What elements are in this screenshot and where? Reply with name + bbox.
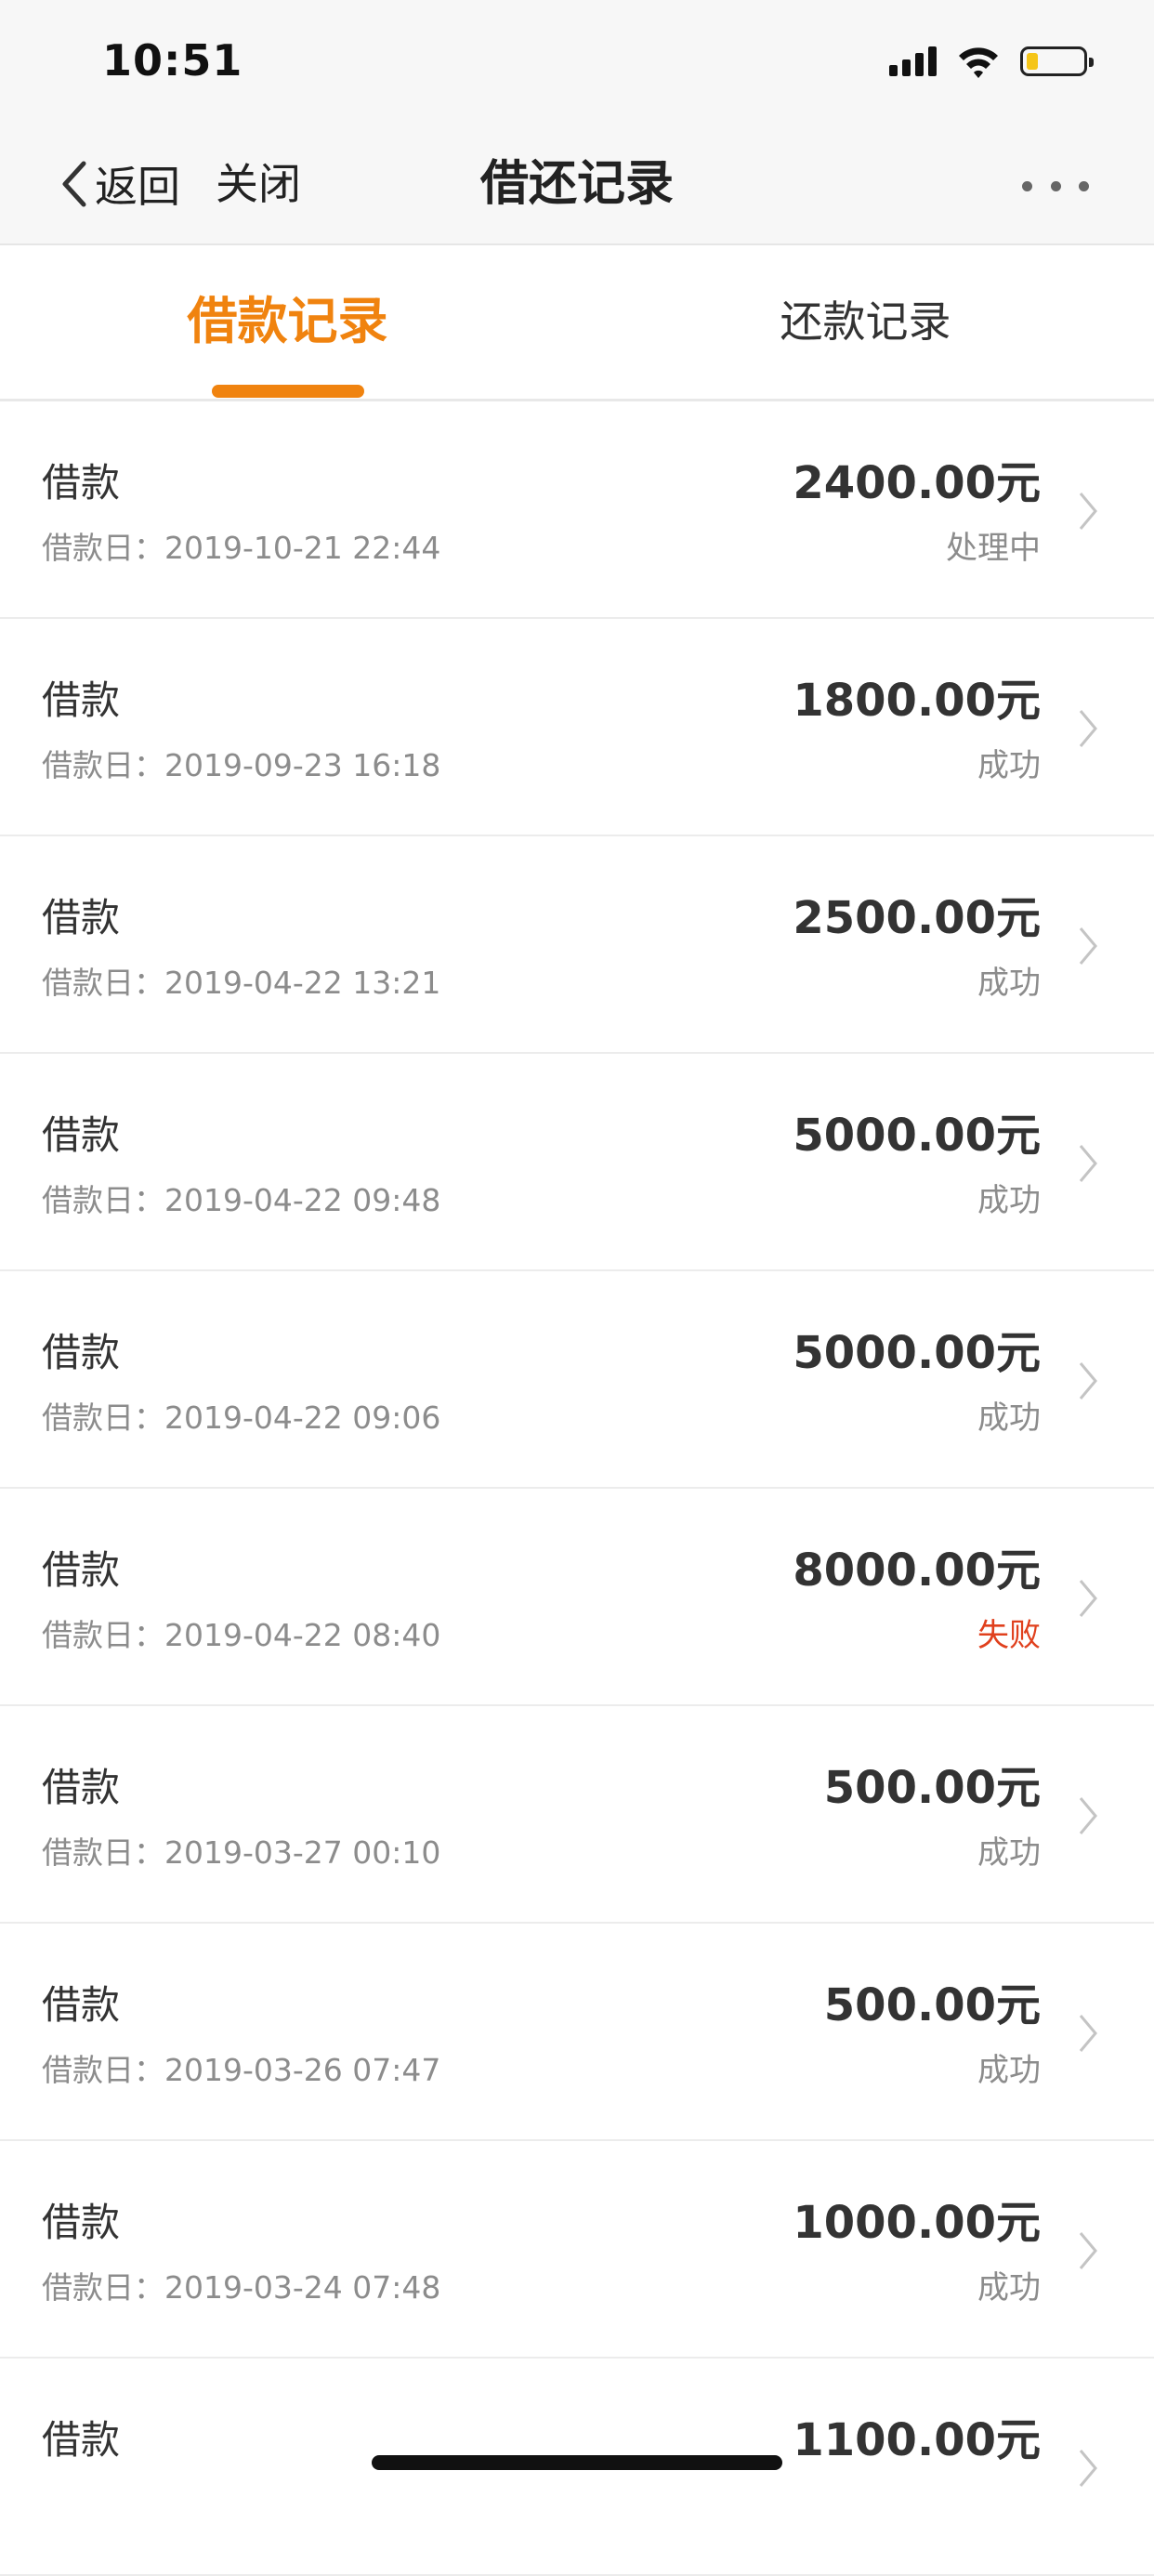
- record-date: 借款日：2019-04-22 09:48: [42, 1182, 441, 1218]
- tab-label: 还款记录: [780, 296, 951, 347]
- list-item[interactable]: 借款 借款日：2019-04-22 13:21 2500.00元 成功: [0, 836, 1154, 1054]
- loan-record-list: 借款 借款日：2019-10-21 22:44 2400.00元 处理中 借款 …: [0, 401, 1154, 2576]
- status-time: 10:51: [102, 35, 243, 85]
- record-status: 成功: [977, 965, 1041, 1002]
- record-date: 借款日：2019-04-22 13:21: [42, 965, 441, 1001]
- chevron-right-icon: [1079, 1145, 1097, 1182]
- chevron-right-icon: [1079, 2450, 1097, 2487]
- record-date: 借款日：2019-10-21 22:44: [42, 530, 441, 566]
- record-date: 借款日：2019-04-22 09:06: [42, 1400, 441, 1436]
- more-options-icon[interactable]: [1022, 175, 1089, 197]
- record-title: 借款: [42, 2417, 121, 2463]
- navigation-bar: 返回 关闭 借还记录: [0, 123, 1154, 245]
- record-date: 借款日：2019-04-22 08:40: [42, 1617, 441, 1653]
- chevron-right-icon: [1079, 1797, 1097, 1834]
- chevron-right-icon: [1079, 1580, 1097, 1617]
- record-title: 借款: [42, 2200, 121, 2245]
- record-amount: 500.00元: [823, 1979, 1041, 2031]
- chevron-right-icon: [1079, 493, 1097, 530]
- tab-loan-records[interactable]: 借款记录: [0, 245, 577, 399]
- record-status: 成功: [977, 2052, 1041, 2089]
- chevron-right-icon: [1079, 1362, 1097, 1400]
- list-item[interactable]: 借款 借款日：2019-10-21 22:44 2400.00元 处理中: [0, 401, 1154, 619]
- record-title: 借款: [42, 677, 121, 723]
- list-item[interactable]: 借款 借款日：2019-04-22 08:40 8000.00元 失败: [0, 1489, 1154, 1706]
- record-title: 借款: [42, 1547, 121, 1593]
- record-date: 借款日：2019-09-23 16:18: [42, 747, 441, 783]
- list-item[interactable]: 借款 借款日：2019-04-22 09:48 5000.00元 成功: [0, 1054, 1154, 1271]
- tab-label: 借款记录: [187, 292, 388, 350]
- record-status: 成功: [977, 2269, 1041, 2307]
- record-amount: 5000.00元: [793, 1110, 1041, 1162]
- list-item[interactable]: 借款 借款日：2019-03-26 07:47 500.00元 成功: [0, 1924, 1154, 2141]
- record-amount: 2400.00元: [793, 457, 1041, 509]
- record-date: 借款日：2019-03-26 07:47: [42, 2052, 441, 2088]
- record-date: 借款日：2019-03-27 00:10: [42, 1834, 441, 1871]
- active-tab-indicator: [212, 385, 364, 398]
- wifi-icon: [959, 47, 998, 78]
- status-bar: 10:51: [0, 0, 1154, 123]
- record-amount: 2500.00元: [793, 892, 1041, 944]
- battery-icon: [1020, 46, 1094, 76]
- cellular-signal-icon: [889, 46, 938, 76]
- record-status: 处理中: [946, 530, 1041, 567]
- list-item[interactable]: 借款 借款日：2019-09-23 16:18 1800.00元 成功: [0, 619, 1154, 836]
- record-status-failed: 失败: [977, 1617, 1041, 1654]
- record-title: 借款: [42, 895, 121, 940]
- record-status: 成功: [977, 1182, 1041, 1219]
- chevron-right-icon: [1079, 2015, 1097, 2052]
- list-item[interactable]: 借款 借款日：2019-03-24 07:48 1000.00元 成功: [0, 2141, 1154, 2359]
- record-status: 成功: [977, 1400, 1041, 1437]
- chevron-right-icon: [1079, 710, 1097, 747]
- record-amount: 500.00元: [823, 1762, 1041, 1814]
- record-amount: 5000.00元: [793, 1327, 1041, 1379]
- tab-repayment-records[interactable]: 还款记录: [577, 245, 1154, 399]
- record-amount: 1800.00元: [793, 675, 1041, 727]
- home-indicator[interactable]: [372, 2455, 782, 2470]
- chevron-right-icon: [1079, 927, 1097, 965]
- list-item[interactable]: 借款 借款日：2019-04-22 09:06 5000.00元 成功: [0, 1271, 1154, 1489]
- list-item[interactable]: 借款 借款日：2019-03-27 00:10 500.00元 成功: [0, 1706, 1154, 1924]
- record-amount: 1000.00元: [793, 2197, 1041, 2249]
- page-title: 借还记录: [479, 156, 674, 212]
- record-status: 成功: [977, 747, 1041, 784]
- record-amount: 8000.00元: [793, 1544, 1041, 1597]
- record-title: 借款: [42, 1112, 121, 1158]
- record-amount: 1100.00元: [793, 2414, 1041, 2466]
- record-title: 借款: [42, 460, 121, 506]
- record-title: 借款: [42, 1765, 121, 1810]
- record-status: 成功: [977, 1834, 1041, 1872]
- record-date: 借款日：2019-03-24 07:48: [42, 2269, 441, 2306]
- record-title: 借款: [42, 1982, 121, 2028]
- tab-bar: 借款记录 还款记录: [0, 245, 1154, 401]
- chevron-right-icon: [1079, 2232, 1097, 2269]
- record-title: 借款: [42, 1330, 121, 1375]
